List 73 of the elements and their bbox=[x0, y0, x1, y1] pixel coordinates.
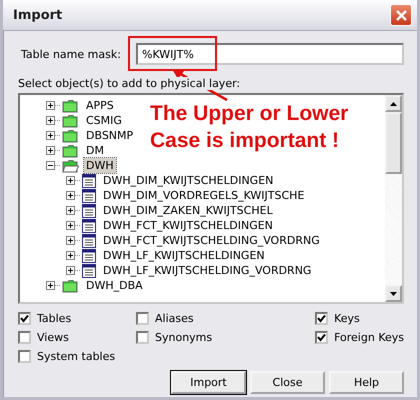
checkbox[interactable] bbox=[136, 312, 149, 325]
tree-label: Select object(s) to add to physical layer: bbox=[18, 77, 240, 90]
collapse-icon[interactable] bbox=[46, 161, 55, 170]
tree-item[interactable]: DWH_LF_KWIJTSCHELDING_VORDRNG bbox=[101, 263, 314, 278]
checkbox[interactable] bbox=[315, 312, 328, 325]
expand-icon[interactable] bbox=[46, 146, 55, 155]
checkbox[interactable] bbox=[315, 331, 328, 344]
mask-input-field[interactable]: %KWIJT% bbox=[136, 43, 404, 65]
checkbox[interactable] bbox=[136, 331, 149, 344]
expand-icon[interactable] bbox=[66, 191, 75, 200]
checkbox-label: Synonyms bbox=[155, 331, 212, 344]
tree-item[interactable]: DWH_DIM_KWIJTSCHELDINGEN bbox=[101, 173, 276, 188]
dialog-button[interactable]: Help bbox=[329, 371, 404, 394]
folder-icon bbox=[62, 128, 79, 142]
scroll-down-button[interactable] bbox=[385, 285, 402, 302]
folder-icon bbox=[62, 114, 79, 128]
tree-item[interactable]: DWH_DIM_ZAKEN_KWIJTSCHEL bbox=[101, 203, 275, 218]
table-icon bbox=[82, 188, 96, 202]
expand-icon[interactable] bbox=[66, 221, 75, 230]
checkbox-label: Foreign Keys bbox=[334, 331, 404, 344]
table-icon bbox=[82, 218, 96, 232]
down-arrow-icon bbox=[390, 292, 397, 296]
checkmark-icon bbox=[317, 333, 326, 342]
tree-item[interactable]: DWH bbox=[84, 158, 116, 173]
checkbox-label: Keys bbox=[334, 312, 360, 325]
scroll-bar[interactable] bbox=[385, 95, 402, 302]
scroll-up-button[interactable] bbox=[385, 95, 402, 112]
checkbox-label: System tables bbox=[37, 350, 116, 363]
checkbox-label: Tables bbox=[37, 312, 72, 325]
checkmark-icon bbox=[20, 314, 29, 323]
expand-icon[interactable] bbox=[46, 101, 55, 110]
open-folder-icon bbox=[62, 158, 79, 172]
dialog-button[interactable]: Close bbox=[250, 371, 325, 394]
tree-item[interactable]: DWH_DBA bbox=[84, 278, 145, 293]
expand-icon[interactable] bbox=[46, 116, 55, 125]
checkbox-label: Aliases bbox=[155, 312, 194, 325]
table-icon bbox=[82, 264, 96, 278]
checkbox-label: Views bbox=[37, 331, 69, 344]
folder-icon bbox=[62, 278, 79, 292]
folder-icon bbox=[62, 144, 79, 158]
expand-icon[interactable] bbox=[66, 176, 75, 185]
checkbox[interactable] bbox=[18, 331, 31, 344]
checkbox[interactable] bbox=[18, 312, 31, 325]
tree-item[interactable]: DWH_LF_KWIJTSCHELDINGEN bbox=[101, 248, 267, 263]
checkbox[interactable] bbox=[18, 350, 31, 363]
table-icon bbox=[82, 248, 96, 262]
window-title: Import bbox=[13, 8, 62, 22]
tree-item[interactable]: APPS bbox=[84, 98, 116, 113]
up-arrow-icon bbox=[390, 102, 397, 106]
expand-icon[interactable] bbox=[66, 251, 75, 260]
checkmark-icon bbox=[317, 314, 326, 323]
close-button[interactable] bbox=[390, 4, 412, 26]
annotation-text: Case is important ! bbox=[150, 128, 340, 154]
mask-label: Table name mask: bbox=[20, 48, 122, 60]
scroll-thumb[interactable] bbox=[385, 112, 402, 174]
expand-icon[interactable] bbox=[46, 281, 55, 290]
tree-item[interactable]: DBSNMP bbox=[84, 128, 136, 143]
tree-item[interactable]: DWH_FCT_KWIJTSCHELDINGEN bbox=[101, 218, 275, 233]
table-icon bbox=[82, 234, 96, 248]
expand-icon[interactable] bbox=[66, 206, 75, 215]
folder-icon bbox=[62, 98, 79, 112]
expand-icon[interactable] bbox=[66, 266, 75, 275]
annotation-text: The Upper or Lower bbox=[150, 101, 348, 127]
expand-icon[interactable] bbox=[66, 236, 75, 245]
table-icon bbox=[82, 204, 96, 218]
tree-item[interactable]: DWH_FCT_KWIJTSCHELDING_VORDRNG bbox=[101, 233, 322, 248]
tree-item[interactable]: DWH_DIM_VORDREGELS_KWIJTSCHE bbox=[101, 188, 306, 203]
close-icon bbox=[394, 8, 408, 22]
tree-item[interactable]: DM bbox=[84, 143, 106, 158]
dialog-button[interactable]: Import bbox=[171, 371, 246, 394]
tree-item[interactable]: CSMIG bbox=[84, 113, 124, 128]
expand-icon[interactable] bbox=[46, 131, 55, 140]
table-icon bbox=[82, 174, 96, 188]
